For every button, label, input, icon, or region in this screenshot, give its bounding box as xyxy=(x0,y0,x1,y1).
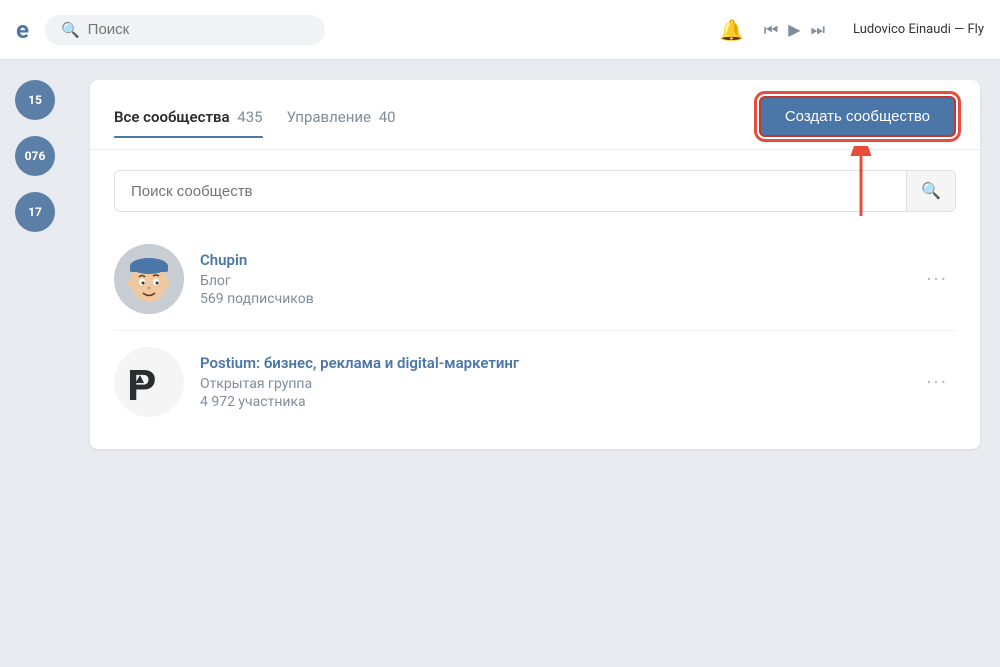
create-community-button[interactable]: Создать сообщество xyxy=(759,96,956,137)
manage-count: 40 xyxy=(379,108,396,126)
list-item: Chupin Блог 569 подписчиков ··· xyxy=(114,228,956,331)
postium-avatar-svg: P xyxy=(122,355,177,410)
community-members: 569 подписчиков xyxy=(200,291,918,307)
topbar-right: 🔔 ⏮ ▶ ⏭ Ludovico Einaudi — Fly xyxy=(719,18,984,42)
community-more-button[interactable]: ··· xyxy=(918,263,956,295)
chupin-avatar-svg xyxy=(114,244,184,314)
all-count: 435 xyxy=(237,108,262,126)
avatar: P xyxy=(114,347,184,417)
search-icon: 🔍 xyxy=(921,183,941,200)
topbar: e 🔍 🔔 ⏮ ▶ ⏭ Ludovico Einaudi — Fly xyxy=(0,0,1000,60)
search-icon: 🔍 xyxy=(61,21,80,39)
tabs-header: Все сообщества 435 Управление 40 Создать… xyxy=(90,80,980,150)
community-more-button[interactable]: ··· xyxy=(918,366,956,398)
svg-text:P: P xyxy=(127,361,156,410)
community-type: Открытая группа xyxy=(200,376,918,392)
track-info: Ludovico Einaudi — Fly xyxy=(853,22,984,37)
community-search-button[interactable]: 🔍 xyxy=(906,171,955,211)
list-item: P Postium: бизнес, реклама и digital-мар… xyxy=(114,331,956,433)
search-row: 🔍 xyxy=(90,150,980,212)
player-controls: ⏮ ▶ ⏭ xyxy=(764,20,825,40)
tab-manage[interactable]: Управление 40 xyxy=(287,108,396,138)
bell-icon[interactable]: 🔔 xyxy=(719,18,744,42)
sidebar-badge-1[interactable]: 15 xyxy=(15,80,55,120)
community-members: 4 972 участника xyxy=(200,394,918,410)
community-list: Chupin Блог 569 подписчиков ··· P xyxy=(90,212,980,449)
tab-all-communities[interactable]: Все сообщества 435 xyxy=(114,108,263,138)
community-search-bar[interactable]: 🔍 xyxy=(114,170,956,212)
create-btn-wrapper: Создать сообщество xyxy=(759,96,956,149)
community-name[interactable]: Chupin xyxy=(200,251,918,269)
community-info: Postium: бизнес, реклама и digital-марке… xyxy=(200,354,918,410)
sidebar-badge-2[interactable]: 076 xyxy=(15,136,55,176)
logo: e xyxy=(16,16,29,44)
prev-button[interactable]: ⏮ xyxy=(764,20,778,40)
community-search-input[interactable] xyxy=(115,173,906,210)
sidebar: 15 076 17 xyxy=(0,60,70,667)
community-name[interactable]: Postium: бизнес, реклама и digital-марке… xyxy=(200,354,918,372)
next-button[interactable]: ⏭ xyxy=(811,20,825,40)
avatar xyxy=(114,244,184,314)
community-type: Блог xyxy=(200,273,918,289)
main-content: Все сообщества 435 Управление 40 Создать… xyxy=(70,60,1000,667)
search-input[interactable] xyxy=(88,21,309,38)
communities-card: Все сообщества 435 Управление 40 Создать… xyxy=(90,80,980,449)
play-button[interactable]: ▶ xyxy=(788,20,800,39)
sidebar-badge-3[interactable]: 17 xyxy=(15,192,55,232)
community-info: Chupin Блог 569 подписчиков xyxy=(200,251,918,307)
search-bar[interactable]: 🔍 xyxy=(45,15,325,45)
